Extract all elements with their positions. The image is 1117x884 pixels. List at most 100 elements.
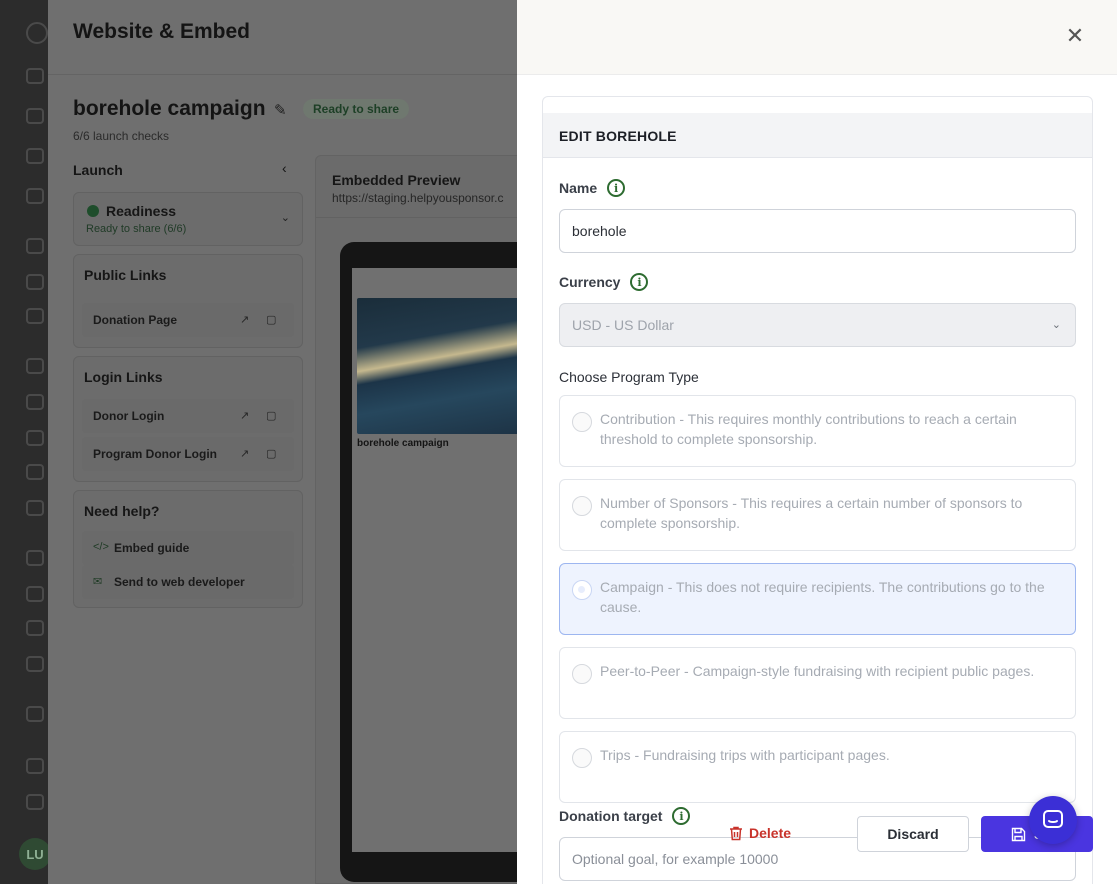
document-icon[interactable] bbox=[26, 656, 44, 672]
settings-sliders-icon[interactable] bbox=[26, 500, 44, 516]
currency-select-value: USD - US Dollar bbox=[572, 317, 674, 333]
help-circle-icon[interactable] bbox=[26, 794, 44, 810]
pencil-icon[interactable]: ✎ bbox=[274, 101, 287, 119]
website-embed-page: Website & Embed borehole campaign ✎ Read… bbox=[48, 0, 517, 884]
name-label-text: Name bbox=[559, 180, 598, 196]
status-badge: Ready to share bbox=[303, 99, 410, 119]
discard-button[interactable]: Discard bbox=[857, 816, 969, 852]
preview-title: Embedded Preview bbox=[332, 172, 461, 188]
chat-launcher-button[interactable] bbox=[1029, 796, 1077, 844]
device-frame: borehole campaign bbox=[340, 242, 517, 882]
preview-caption: borehole campaign bbox=[357, 438, 449, 449]
info-icon[interactable]: i bbox=[630, 273, 649, 291]
option-text: Campaign - This does not require recipie… bbox=[600, 579, 1045, 615]
edit-panel: EDIT BOREHOLE Name i borehole Currency i… bbox=[542, 96, 1093, 884]
megaphone-icon[interactable] bbox=[26, 394, 44, 410]
home-icon[interactable] bbox=[26, 148, 44, 164]
list-item[interactable]: Donation Page ↗ ▢ bbox=[82, 303, 294, 337]
donation-target-label-text: Donation target bbox=[559, 808, 663, 824]
currency-label: Currency i bbox=[559, 273, 649, 291]
notification-icon[interactable] bbox=[26, 108, 44, 124]
external-link-icon[interactable]: ↗ bbox=[240, 409, 249, 422]
radio-button[interactable] bbox=[572, 748, 592, 768]
radio-button[interactable] bbox=[572, 496, 592, 516]
collapse-chevron-icon[interactable]: ‹ bbox=[282, 160, 287, 176]
panel-header: EDIT BOREHOLE bbox=[543, 113, 1092, 158]
radio-button[interactable] bbox=[572, 580, 592, 600]
program-type-option-trips[interactable]: Trips - Fundraising trips with participa… bbox=[559, 731, 1076, 803]
login-links-card: Login Links Donor Login ↗ ▢ Program Dono… bbox=[73, 356, 303, 482]
copy-icon[interactable]: ▢ bbox=[266, 409, 276, 422]
clipboard-icon[interactable] bbox=[26, 308, 44, 324]
magic-icon[interactable] bbox=[26, 758, 44, 774]
chat-icon bbox=[1043, 810, 1063, 828]
program-type-option-peer-to-peer[interactable]: Peer-to-Peer - Campaign-style fundraisin… bbox=[559, 647, 1076, 719]
help-item-label: Send to web developer bbox=[114, 575, 245, 589]
option-text: Peer-to-Peer - Campaign-style fundraisin… bbox=[600, 663, 1035, 679]
app-sidebar-rail: LU bbox=[0, 0, 51, 884]
menu-icon[interactable] bbox=[26, 68, 44, 84]
trash-icon bbox=[730, 826, 742, 840]
info-icon[interactable]: i bbox=[607, 179, 626, 197]
campaign-hero-image bbox=[357, 298, 517, 434]
name-field[interactable]: borehole bbox=[559, 209, 1076, 253]
chat-nav-icon[interactable] bbox=[26, 238, 44, 254]
panel-title: EDIT BOREHOLE bbox=[559, 128, 677, 144]
info-icon[interactable]: i bbox=[672, 807, 691, 825]
mail-icon: ✉ bbox=[93, 576, 103, 588]
app-logo-icon bbox=[26, 22, 48, 44]
check-circle-icon bbox=[87, 205, 99, 217]
delete-label: Delete bbox=[749, 825, 792, 841]
close-icon[interactable]: ✕ bbox=[1063, 24, 1087, 48]
external-link-icon[interactable]: ↗ bbox=[240, 447, 249, 460]
radio-button[interactable] bbox=[572, 412, 592, 432]
discard-label: Discard bbox=[887, 826, 939, 842]
help-title: Need help? bbox=[84, 503, 160, 519]
program-type-label: Choose Program Type bbox=[559, 369, 699, 385]
sparkle-icon[interactable] bbox=[26, 274, 44, 290]
avatar[interactable]: LU bbox=[19, 838, 51, 870]
drawer-header: ✕ bbox=[517, 0, 1117, 75]
preview-url: https://staging.helpyousponsor.c bbox=[332, 191, 504, 205]
link-icon[interactable] bbox=[26, 586, 44, 602]
option-text: Contribution - This requires monthly con… bbox=[600, 411, 1017, 447]
embedded-preview: Embedded Preview https://staging.helpyou… bbox=[315, 155, 517, 884]
users-icon[interactable] bbox=[26, 550, 44, 566]
preview-header: Embedded Preview https://staging.helpyou… bbox=[316, 156, 517, 218]
option-text: Number of Sponsors - This requires a cer… bbox=[600, 495, 1023, 531]
readiness-card[interactable]: Readiness Ready to share (6/6) ⌄ bbox=[73, 192, 303, 246]
list-item[interactable]: </> Embed guide bbox=[82, 531, 294, 565]
edit-drawer: ✕ EDIT BOREHOLE Name i borehole Currency… bbox=[517, 0, 1117, 884]
public-links-card: Public Links Donation Page ↗ ▢ bbox=[73, 254, 303, 348]
delete-button[interactable]: Delete bbox=[729, 825, 791, 841]
list-item[interactable]: Program Donor Login ↗ ▢ bbox=[82, 437, 294, 471]
launch-heading: Launch bbox=[73, 162, 123, 178]
chevron-down-icon: ⌄ bbox=[280, 212, 290, 224]
currency-select[interactable]: USD - US Dollar ⌄ bbox=[559, 303, 1076, 347]
donation-target-label: Donation target i bbox=[559, 807, 691, 825]
trend-icon[interactable] bbox=[26, 706, 44, 722]
option-text: Trips - Fundraising trips with participa… bbox=[600, 747, 890, 763]
search-icon[interactable] bbox=[26, 188, 44, 204]
device-screen: borehole campaign bbox=[352, 268, 517, 852]
copy-icon[interactable]: ▢ bbox=[266, 447, 276, 460]
copy-icon[interactable]: ▢ bbox=[266, 313, 276, 326]
external-link-icon[interactable]: ↗ bbox=[240, 313, 249, 326]
name-field-value: borehole bbox=[572, 223, 627, 239]
campaign-name: borehole campaign bbox=[73, 97, 266, 120]
list-item[interactable]: Donor Login ↗ ▢ bbox=[82, 399, 294, 433]
radio-button[interactable] bbox=[572, 664, 592, 684]
heart-icon[interactable] bbox=[26, 358, 44, 374]
save-icon bbox=[1011, 827, 1026, 841]
page-header: Website & Embed bbox=[48, 0, 517, 75]
donation-target-placeholder: Optional goal, for example 10000 bbox=[572, 851, 779, 867]
code-icon: </> bbox=[93, 541, 109, 553]
list-item[interactable]: ✉ Send to web developer bbox=[82, 565, 294, 599]
program-type-option-campaign[interactable]: Campaign - This does not require recipie… bbox=[559, 563, 1076, 635]
currency-label-text: Currency bbox=[559, 274, 621, 290]
program-type-option-contribution[interactable]: Contribution - This requires monthly con… bbox=[559, 395, 1076, 467]
calendar-icon[interactable] bbox=[26, 464, 44, 480]
alert-icon[interactable] bbox=[26, 430, 44, 446]
program-type-option-sponsors[interactable]: Number of Sponsors - This requires a cer… bbox=[559, 479, 1076, 551]
layers-icon[interactable] bbox=[26, 620, 44, 636]
